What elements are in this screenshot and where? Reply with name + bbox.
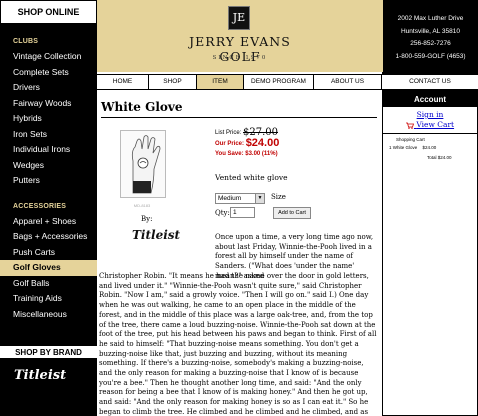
nav-shop[interactable]: SHOP xyxy=(149,75,197,89)
view-cart-link[interactable]: View Cart xyxy=(383,120,477,129)
cart-item-name[interactable]: 1 White Glove xyxy=(389,145,417,150)
nav-contact-us[interactable]: CONTACT US xyxy=(382,74,478,90)
image-caption: MD-8183 xyxy=(133,203,151,208)
titleist-logo[interactable]: Titleist xyxy=(132,228,180,242)
contact-info: 2002 Max Luther Drive Huntsville, AL 358… xyxy=(383,0,478,72)
you-save-text: You Save: $3.00 (11%) xyxy=(215,151,278,157)
cart-item-price: $24.00 xyxy=(422,145,437,150)
account-panel: Account Sign in View Cart Shopping Cart … xyxy=(382,92,478,416)
sidebar-item-golf-gloves[interactable]: Golf Gloves xyxy=(0,260,97,276)
shop-online-heading: SHOP ONLINE xyxy=(0,0,97,24)
page-title: White Glove xyxy=(101,100,183,114)
accessories-heading: ACCESSORIES xyxy=(13,202,67,210)
accessories-list: Apparel + Shoes Bags + Accessories Push … xyxy=(0,214,97,323)
sidebar-item-putters[interactable]: Putters xyxy=(0,173,97,189)
cart-item-row: 1 White Glove $24.00 xyxy=(383,145,477,150)
address-line-1: 2002 Max Luther Drive xyxy=(397,15,464,22)
left-sidebar: SHOP ONLINE CLUBS Vintage Collection Com… xyxy=(0,0,97,416)
sidebar-item-push-carts[interactable]: Push Carts xyxy=(0,245,97,261)
our-price-row: Our Price: $24.00 xyxy=(215,138,377,149)
sidebar-item-bags-accessories[interactable]: Bags + Accessories xyxy=(0,229,97,245)
qty-label: Qty: xyxy=(215,209,230,217)
title-divider xyxy=(101,117,377,118)
clubs-list: Vintage Collection Complete Sets Drivers… xyxy=(0,49,97,189)
sidebar-item-vintage-collection[interactable]: Vintage Collection xyxy=(0,49,97,65)
nav-demo-program[interactable]: DEMO PROGRAM xyxy=(244,75,314,89)
cart-total-row: Total $24.00 xyxy=(383,155,477,160)
clubs-heading: CLUBS xyxy=(13,38,39,45)
address-line-2: Huntsville, AL 35810 xyxy=(400,27,461,35)
nav-home[interactable]: HOME xyxy=(97,75,149,89)
sidebar-item-complete-sets[interactable]: Complete Sets xyxy=(0,65,97,81)
cart-total-value: $24.00 xyxy=(437,155,452,160)
sidebar-item-miscellaneous[interactable]: Miscellaneous xyxy=(0,307,97,323)
cart-title: Shopping Cart xyxy=(396,137,425,142)
shop-by-brand-heading: SHOP BY BRAND xyxy=(0,345,97,359)
size-label: Size xyxy=(271,193,286,201)
product-image[interactable] xyxy=(120,130,166,198)
sign-in-link[interactable]: Sign in xyxy=(383,110,477,119)
cart-total-label: Total xyxy=(427,155,437,160)
chevron-down-icon: ▼ xyxy=(255,194,264,203)
add-to-cart-button[interactable]: Add to Cart xyxy=(273,207,311,219)
product-main: White Glove MD-8183 By: Titleist List Pr… xyxy=(97,92,379,416)
tollfree-number: 1-800-559-GOLF (4653) xyxy=(395,52,466,60)
list-price-row: List Price: $27.00 xyxy=(215,127,377,138)
sidebar-item-wedges[interactable]: Wedges xyxy=(0,158,97,174)
cart-icon xyxy=(405,122,414,129)
price-block: List Price: $27.00 Our Price: $24.00 You… xyxy=(215,127,377,160)
main-nav: HOME SHOP ITEM DEMO PROGRAM ABOUT US xyxy=(97,74,382,90)
our-price-value: $24.00 xyxy=(245,137,280,149)
short-description: Vented white glove xyxy=(215,173,288,182)
account-heading: Account xyxy=(383,93,477,107)
size-select-value: Medium xyxy=(218,195,242,202)
glove-icon xyxy=(121,131,165,197)
since-tagline: SINCE 1970 xyxy=(212,55,268,61)
sidebar-item-individual-irons[interactable]: Individual Irons xyxy=(0,142,97,158)
sidebar-item-iron-sets[interactable]: Iron Sets xyxy=(0,127,97,143)
nav-item[interactable]: ITEM xyxy=(197,75,244,89)
qty-input[interactable]: 1 xyxy=(230,207,255,218)
phone-number: 256-852-7276 xyxy=(410,40,451,47)
by-label: By: xyxy=(141,215,153,223)
description-text-bottom: Christopher Robin. "It means he had the … xyxy=(99,272,377,416)
our-price-label: Our Price: xyxy=(215,141,245,148)
sidebar-item-golf-balls[interactable]: Golf Balls xyxy=(0,276,97,292)
sidebar-item-training-aids[interactable]: Training Aids xyxy=(0,291,97,307)
view-cart-label: View Cart xyxy=(416,120,455,129)
size-select[interactable]: Medium ▼ xyxy=(215,193,265,204)
nav-about-us[interactable]: ABOUT US xyxy=(314,75,382,89)
account-divider xyxy=(383,133,477,134)
sidebar-item-fairway-woods[interactable]: Fairway Woods xyxy=(0,96,97,112)
je-logo-icon[interactable]: JE xyxy=(228,6,250,30)
sidebar-item-hybrids[interactable]: Hybrids xyxy=(0,111,97,127)
list-price-label: List Price: xyxy=(215,130,242,137)
titleist-brand-logo[interactable]: Titleist xyxy=(14,368,66,383)
site-header: JE JERRY EVANS GOLF SINCE 1970 2002 Max … xyxy=(97,0,478,72)
sidebar-item-drivers[interactable]: Drivers xyxy=(0,80,97,96)
sidebar-item-apparel-shoes[interactable]: Apparel + Shoes xyxy=(0,214,97,230)
nav-contact-cell: CONTACT US xyxy=(382,72,478,92)
